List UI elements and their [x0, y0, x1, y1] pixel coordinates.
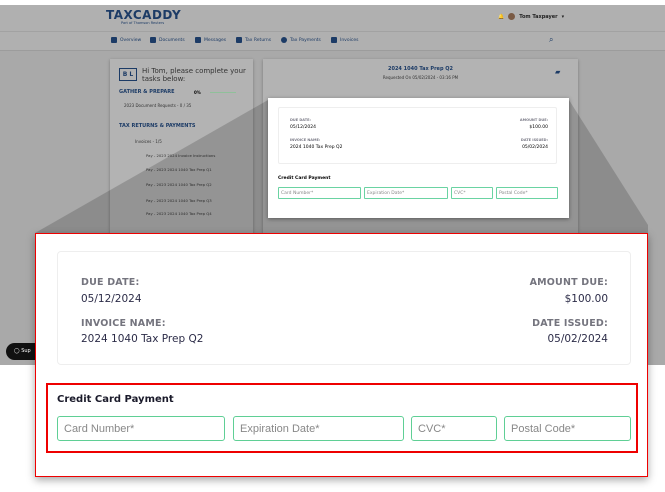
- due-label: DUE DATE:: [81, 277, 140, 288]
- cvc-field[interactable]: CVC*: [451, 187, 493, 199]
- invoice-summary: DUE DATE: 05/12/2024 INVOICE NAME: 2024 …: [57, 251, 631, 365]
- issued-value: 05/02/2024: [522, 145, 548, 150]
- expiration-field[interactable]: Expiration Date*: [364, 187, 448, 199]
- amount-value: $100.00: [564, 293, 608, 305]
- issued-label: DATE ISSUED:: [520, 138, 548, 142]
- payment-highlight: Credit Card Payment Card Number* Expirat…: [46, 383, 638, 453]
- card-number-field[interactable]: Card Number*: [278, 187, 361, 199]
- issued-value: 05/02/2024: [547, 333, 608, 345]
- invoice-detail-zoomed: DUE DATE: 05/12/2024 INVOICE NAME: 2024 …: [35, 233, 648, 477]
- amount-label: AMOUNT DUE:: [519, 118, 548, 122]
- amount-label: AMOUNT DUE:: [529, 277, 608, 288]
- card-number-field[interactable]: Card Number*: [57, 416, 225, 441]
- payment-title: Credit Card Payment: [57, 394, 174, 405]
- postal-code-field[interactable]: Postal Code*: [496, 187, 558, 199]
- postal-code-field[interactable]: Postal Code*: [504, 416, 631, 441]
- invoice-summary-small: DUE DATE: 05/12/2024 INVOICE NAME: 2024 …: [278, 107, 557, 164]
- due-label: DUE DATE:: [290, 118, 311, 122]
- invoice-preview-small: DUE DATE: 05/12/2024 INVOICE NAME: 2024 …: [268, 98, 569, 218]
- expiration-field[interactable]: Expiration Date*: [233, 416, 404, 441]
- name-label: INVOICE NAME:: [290, 138, 321, 142]
- cvc-field[interactable]: CVC*: [411, 416, 497, 441]
- due-value: 05/12/2024: [290, 125, 316, 130]
- name-label: INVOICE NAME:: [81, 318, 166, 329]
- issued-label: DATE ISSUED:: [532, 318, 608, 329]
- due-value: 05/12/2024: [81, 293, 142, 305]
- name-value: 2024 1040 Tax Prep Q2: [81, 333, 204, 345]
- payment-title: Credit Card Payment: [278, 176, 331, 181]
- name-value: 2024 1040 Tax Prep Q2: [290, 145, 343, 150]
- amount-value: $100.00: [529, 125, 548, 130]
